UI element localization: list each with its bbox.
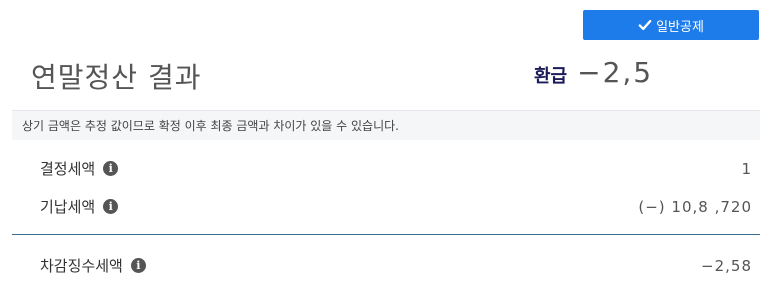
info-icon[interactable]: i — [103, 161, 119, 176]
info-icon[interactable]: i — [103, 199, 119, 214]
info-icon[interactable]: i — [130, 258, 146, 273]
refund-summary: 환급 −2,5 — [534, 56, 653, 89]
estimate-notice: 상기 금액은 추정 값이므로 확정 이후 최종 금액과 차이가 있을 수 있습니… — [12, 110, 760, 140]
estimate-notice-text: 상기 금액은 추정 값이므로 확정 이후 최종 금액과 차이가 있을 수 있습니… — [22, 119, 399, 133]
row-net-tax-label: 차감징수세액 — [40, 257, 123, 275]
row-determined-tax-label: 결정세액 — [40, 160, 96, 178]
row-net-tax: 차감징수세액 i −2,58 — [40, 255, 752, 276]
row-prepaid-tax-value: (−) 10,8 ,720 — [638, 197, 752, 216]
row-determined-tax-value: 1 — [741, 159, 752, 178]
year-end-tax-result-panel: 일반공제 연말정산 결과 환급 −2,5 상기 금액은 추정 값이므로 확정 이… — [0, 0, 772, 282]
check-icon — [638, 19, 652, 31]
row-prepaid-tax-label: 기납세액 — [40, 198, 96, 216]
refund-label: 환급 — [534, 66, 568, 87]
general-deduction-button[interactable]: 일반공제 — [583, 10, 759, 40]
row-net-tax-value: −2,58 — [701, 256, 752, 275]
row-prepaid-tax: 기납세액 i (−) 10,8 ,720 — [40, 196, 752, 217]
refund-amount: −2,5 — [577, 56, 654, 89]
page-title: 연말정산 결과 — [31, 61, 202, 94]
general-deduction-button-label: 일반공제 — [656, 18, 704, 34]
row-determined-tax: 결정세액 i 1 — [40, 158, 752, 179]
divider — [12, 234, 760, 235]
